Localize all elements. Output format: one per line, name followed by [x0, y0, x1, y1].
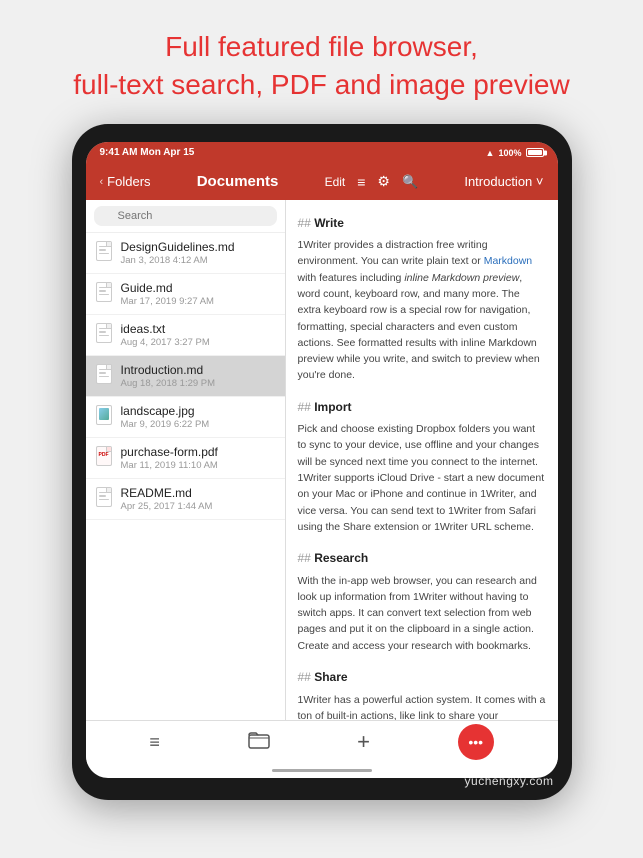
doc-section: ## Research With the in-app web browser, … — [298, 549, 546, 654]
file-name: landscape.jpg — [121, 404, 275, 418]
watermark: yuchengxy.com — [465, 774, 554, 788]
gear-icon[interactable]: ⚙ — [377, 173, 390, 190]
nav-back[interactable]: ‹ Folders — [100, 174, 151, 189]
heading-marker: ## — [298, 216, 315, 230]
nav-center-icons: Edit ≡ ⚙ 🔍 — [325, 173, 419, 190]
back-chevron-icon: ‹ — [100, 176, 104, 188]
file-info: purchase-form.pdfMar 11, 2019 11:10 AM — [121, 445, 275, 471]
home-indicator-bar — [272, 769, 372, 773]
file-type-icon: PDF — [96, 446, 114, 468]
doc-heading: ## Research — [298, 549, 546, 568]
search-bar-area — [86, 200, 285, 233]
heading-marker: ## — [298, 670, 315, 684]
file-name: DesignGuidelines.md — [121, 240, 275, 254]
file-info: Guide.mdMar 17, 2019 9:27 AM — [121, 281, 275, 307]
bottom-bar: ≡ + ••• — [86, 720, 558, 764]
more-icon[interactable]: ••• — [458, 724, 494, 760]
file-meta: Jan 3, 2018 4:12 AM — [121, 255, 275, 266]
file-info: Introduction.mdAug 18, 2018 1:29 PM — [121, 363, 275, 389]
file-list: DesignGuidelines.mdJan 3, 2018 4:12 AM Gu… — [86, 233, 285, 720]
file-name: ideas.txt — [121, 322, 275, 336]
file-info: ideas.txtAug 4, 2017 3:27 PM — [121, 322, 275, 348]
wifi-icon: ▲ — [486, 148, 495, 158]
file-name: purchase-form.pdf — [121, 445, 275, 459]
file-info: DesignGuidelines.mdJan 3, 2018 4:12 AM — [121, 240, 275, 266]
file-meta: Mar 9, 2019 6:22 PM — [121, 419, 275, 430]
sidebar: DesignGuidelines.mdJan 3, 2018 4:12 AM Gu… — [86, 200, 286, 720]
nav-right-label[interactable]: Introduction ˅ — [464, 174, 543, 189]
folder-icon[interactable] — [248, 731, 270, 754]
file-type-icon — [96, 241, 114, 263]
hamburger-icon[interactable]: ≡ — [357, 174, 365, 190]
file-info: landscape.jpgMar 9, 2019 6:22 PM — [121, 404, 275, 430]
doc-section: ## Import Pick and choose existing Dropbo… — [298, 398, 546, 535]
doc-heading: ## Share — [298, 668, 546, 687]
doc-section: ## Write 1Writer provides a distraction f… — [298, 214, 546, 384]
promo-header: Full featured file browser, full-text se… — [33, 0, 609, 124]
promo-line1: Full featured file browser, — [165, 31, 478, 62]
file-meta: Mar 17, 2019 9:27 AM — [121, 296, 275, 307]
file-item[interactable]: PDF purchase-form.pdfMar 11, 2019 11:10 A… — [86, 438, 285, 479]
file-name: README.md — [121, 486, 275, 500]
file-name: Introduction.md — [121, 363, 275, 377]
battery-icon — [526, 148, 544, 157]
battery-level: 100% — [498, 148, 521, 158]
search-icon[interactable]: 🔍 — [402, 174, 418, 190]
file-meta: Mar 11, 2019 11:10 AM — [121, 460, 275, 471]
doc-body: 1Writer has a powerful action system. It… — [298, 692, 546, 720]
doc-body: With the in-app web browser, you can res… — [298, 573, 546, 654]
promo-line2: full-text search, PDF and image preview — [73, 69, 569, 100]
markdown-link[interactable]: Markdown — [484, 255, 532, 267]
file-item[interactable]: landscape.jpgMar 9, 2019 6:22 PM — [86, 397, 285, 438]
dots-icon: ••• — [468, 734, 483, 750]
file-type-icon — [96, 487, 114, 509]
file-type-icon — [96, 405, 114, 427]
edit-button[interactable]: Edit — [325, 175, 346, 189]
nav-title: Documents — [197, 173, 279, 190]
search-wrap — [94, 206, 277, 226]
main-content: DesignGuidelines.mdJan 3, 2018 4:12 AM Gu… — [86, 200, 558, 720]
doc-heading: ## Import — [298, 398, 546, 417]
file-item[interactable]: DesignGuidelines.mdJan 3, 2018 4:12 AM — [86, 233, 285, 274]
file-type-icon — [96, 323, 114, 345]
file-type-icon — [96, 282, 114, 304]
doc-body: 1Writer provides a distraction free writ… — [298, 237, 546, 383]
file-type-icon — [96, 364, 114, 386]
heading-marker: ## — [298, 400, 315, 414]
add-icon[interactable]: + — [357, 729, 370, 755]
file-meta: Aug 4, 2017 3:27 PM — [121, 337, 275, 348]
file-item[interactable]: ideas.txtAug 4, 2017 3:27 PM — [86, 315, 285, 356]
status-time: 9:41 AM Mon Apr 15 — [100, 147, 195, 158]
doc-section: ## Share 1Writer has a powerful action sy… — [298, 668, 546, 720]
file-meta: Apr 25, 2017 1:44 AM — [121, 501, 275, 512]
device-frame: 9:41 AM Mon Apr 15 ▲ 100% ‹ Folders Docu… — [72, 124, 572, 800]
file-name: Guide.md — [121, 281, 275, 295]
file-info: README.mdApr 25, 2017 1:44 AM — [121, 486, 275, 512]
heading-marker: ## — [298, 551, 315, 565]
file-item[interactable]: Guide.mdMar 17, 2019 9:27 AM — [86, 274, 285, 315]
doc-body: Pick and choose existing Dropbox folders… — [298, 421, 546, 535]
search-input[interactable] — [94, 206, 277, 226]
doc-area[interactable]: ## Write 1Writer provides a distraction f… — [286, 200, 558, 720]
file-item[interactable]: README.mdApr 25, 2017 1:44 AM — [86, 479, 285, 520]
nav-bar: ‹ Folders Documents Edit ≡ ⚙ 🔍 Introduct… — [86, 164, 558, 200]
file-meta: Aug 18, 2018 1:29 PM — [121, 378, 275, 389]
file-item[interactable]: Introduction.mdAug 18, 2018 1:29 PM — [86, 356, 285, 397]
italic-text: inline Markdown preview — [404, 272, 519, 284]
status-bar: 9:41 AM Mon Apr 15 ▲ 100% — [86, 142, 558, 164]
back-label: Folders — [107, 174, 150, 189]
doc-heading: ## Write — [298, 214, 546, 233]
menu-icon[interactable]: ≡ — [149, 732, 160, 753]
device-screen: 9:41 AM Mon Apr 15 ▲ 100% ‹ Folders Docu… — [86, 142, 558, 778]
status-right: ▲ 100% — [486, 148, 544, 158]
